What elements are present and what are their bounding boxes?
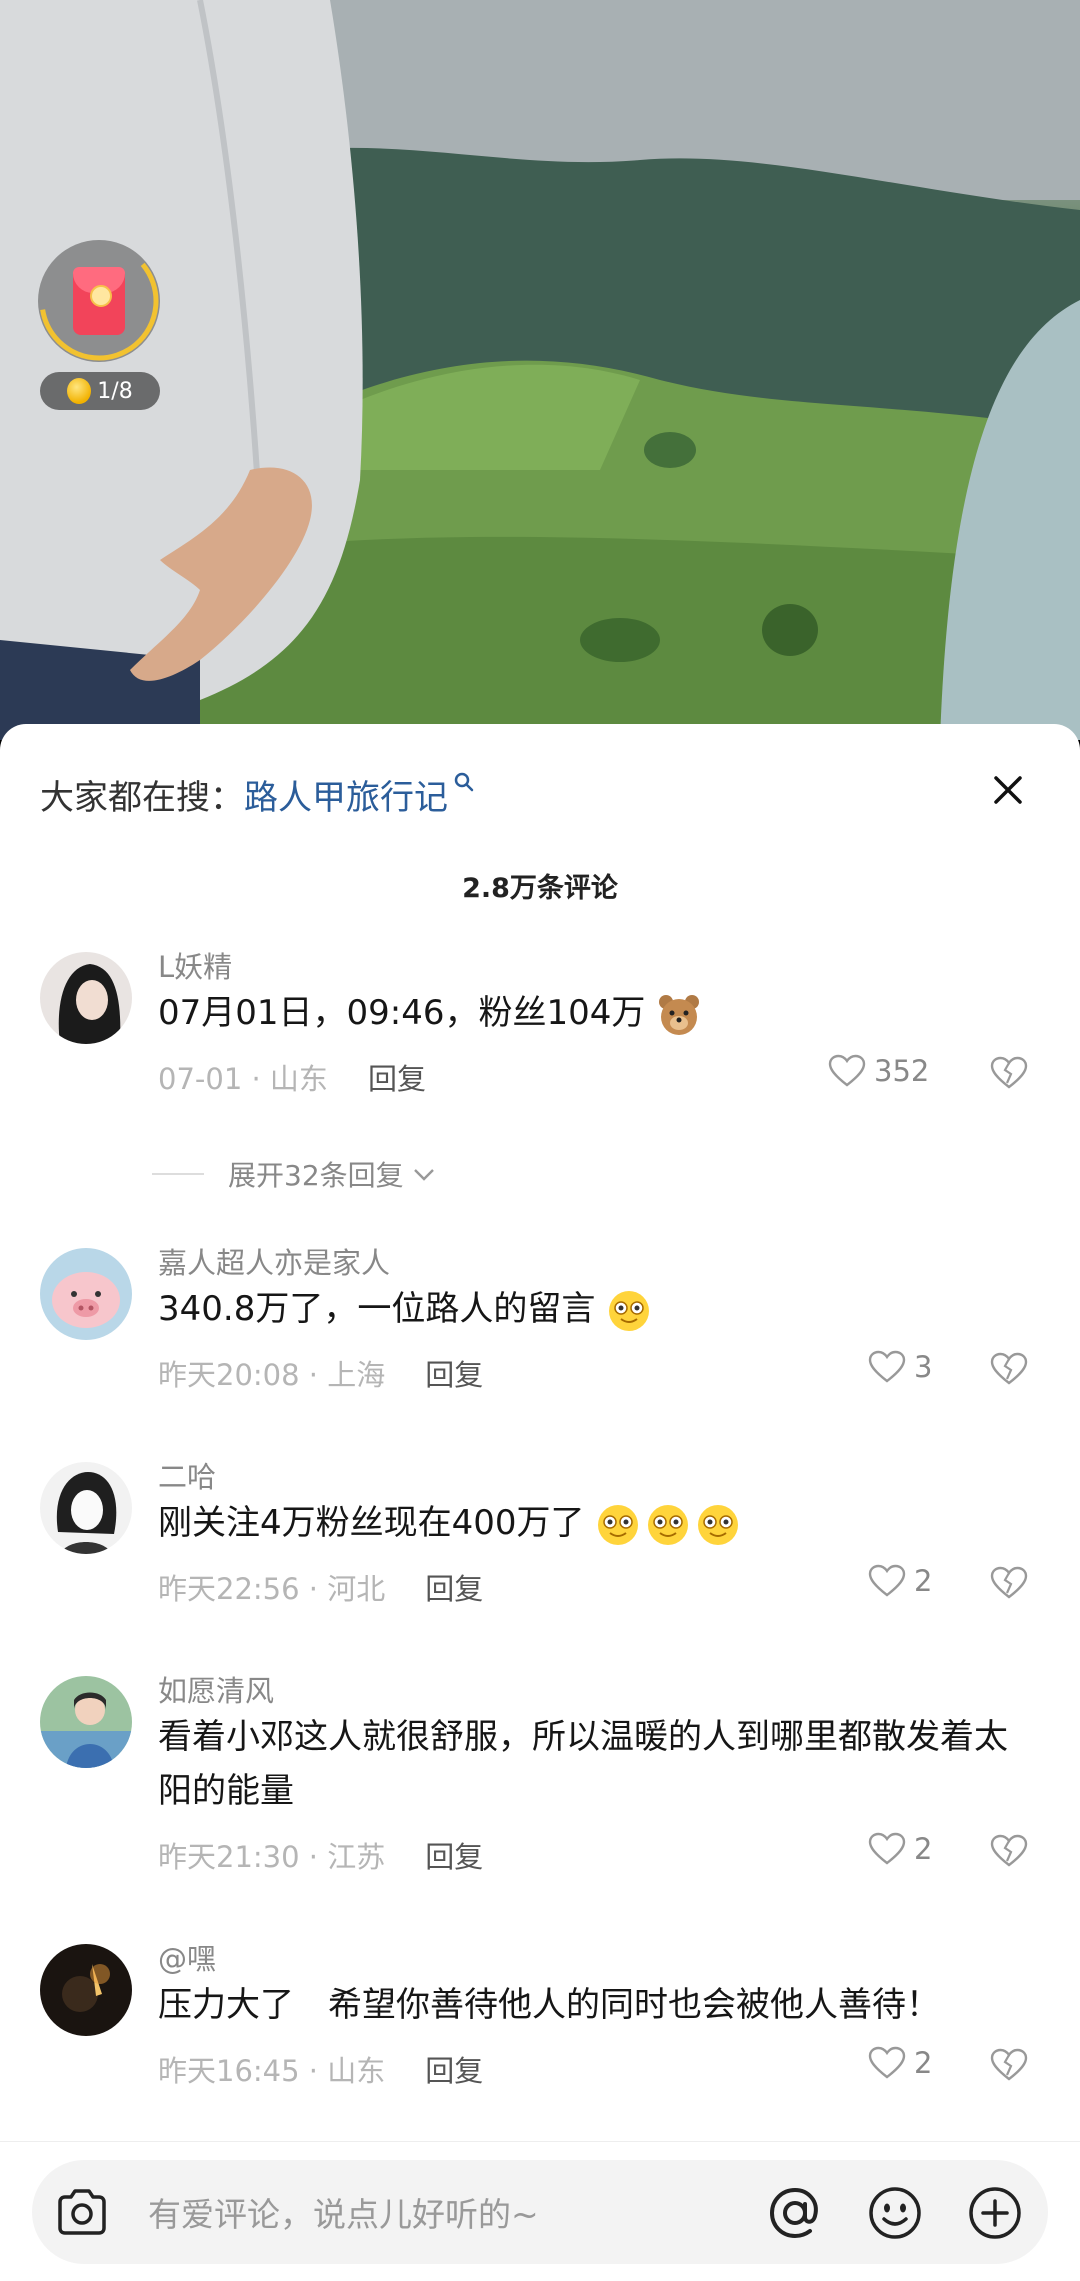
comment-text: 看着小邓这人就很舒服，所以温暖的人到哪里都散发着太阳的能量 bbox=[158, 1717, 1008, 1811]
comment-username[interactable]: L妖精 bbox=[158, 944, 232, 986]
like-button[interactable]: 2 bbox=[868, 2046, 932, 2080]
avatar[interactable] bbox=[40, 1944, 132, 2036]
comment-time-location: 昨天20:08 · 上海 bbox=[158, 1358, 386, 1392]
heart-icon bbox=[868, 2046, 906, 2079]
search-icon bbox=[454, 772, 474, 792]
at-mention-icon[interactable] bbox=[766, 2184, 824, 2242]
like-count: 3 bbox=[914, 1350, 933, 1384]
gold-coin-icon bbox=[67, 378, 92, 404]
heart-icon bbox=[828, 1054, 866, 1087]
like-button[interactable]: 3 bbox=[868, 1350, 932, 1384]
comment-time-location: 昨天21:30 · 江苏 bbox=[158, 1840, 386, 1874]
comment-count: 2.8万条评论 bbox=[462, 873, 618, 904]
heart-icon bbox=[868, 1564, 906, 1597]
comment-text: 刚关注4万粉丝现在400万了 bbox=[158, 1496, 1038, 1550]
comment-meta: 昨天16:45 · 山东 回复 bbox=[158, 2048, 483, 2090]
reply-button[interactable]: 回复 bbox=[425, 1572, 483, 1606]
comment-input-bar[interactable]: 有爱评论，说点儿好听的~ bbox=[32, 2160, 1048, 2264]
smile-emoji-icon bbox=[598, 1504, 739, 1545]
like-count: 2 bbox=[914, 2046, 933, 2080]
like-count: 2 bbox=[914, 1564, 933, 1598]
scenery-image bbox=[0, 0, 1080, 740]
red-packet-button[interactable] bbox=[38, 240, 160, 362]
reply-button[interactable]: 回复 bbox=[425, 2054, 483, 2088]
heart-icon bbox=[868, 1832, 906, 1865]
add-icon[interactable] bbox=[966, 2184, 1024, 2242]
chevron-down-icon bbox=[413, 1169, 434, 1181]
broken-heart-icon[interactable] bbox=[990, 1566, 1028, 1600]
trending-search-prefix: 大家都在搜： bbox=[40, 777, 244, 818]
emoji-icon[interactable] bbox=[866, 2184, 924, 2242]
comment-username[interactable]: @嘿 bbox=[158, 1936, 216, 1978]
like-button[interactable]: 352 bbox=[828, 1054, 929, 1088]
bear-emoji-icon bbox=[659, 994, 700, 1035]
comment-meta: 昨天22:56 · 河北 回复 bbox=[158, 1566, 483, 1608]
avatar[interactable] bbox=[40, 1676, 132, 1768]
comment-username[interactable]: 嘉人超人亦是家人 bbox=[158, 1240, 390, 1282]
broken-heart-icon[interactable] bbox=[990, 1056, 1028, 1090]
reply-button[interactable]: 回复 bbox=[425, 1358, 483, 1392]
coin-progress-badge: 1/8 bbox=[40, 372, 160, 410]
divider bbox=[0, 2141, 1080, 2142]
comment-time-location: 昨天22:56 · 河北 bbox=[158, 1572, 386, 1606]
smile-emoji-icon bbox=[609, 1290, 650, 1331]
comment-input[interactable]: 有爱评论，说点儿好听的~ bbox=[148, 2188, 539, 2236]
video-background[interactable]: 1/8 bbox=[0, 0, 1080, 740]
avatar[interactable] bbox=[40, 1462, 132, 1554]
comment-text-body: 刚关注4万粉丝现在400万了 bbox=[158, 1503, 585, 1543]
avatar[interactable] bbox=[40, 1248, 132, 1340]
comment-text-body: 07月01日，09:46，粉丝104万 bbox=[158, 993, 646, 1033]
comment-text: 340.8万了，一位路人的留言 bbox=[158, 1282, 1038, 1336]
like-button[interactable]: 2 bbox=[868, 1564, 932, 1598]
comment-text-body: 340.8万了，一位路人的留言 bbox=[158, 1289, 596, 1329]
expand-replies-label: 展开32条回复 bbox=[228, 1159, 404, 1192]
comment-sheet: 大家都在搜： 路人甲旅行记 2.8万条评论 L妖精 07月01日，09:46，粉… bbox=[0, 724, 1080, 2281]
comment-text: 压力大了 希望你善待他人的同时也会被他人善待！ bbox=[158, 1985, 940, 2025]
trending-search[interactable]: 大家都在搜： 路人甲旅行记 bbox=[40, 764, 476, 824]
camera-icon[interactable] bbox=[52, 2182, 112, 2242]
comment-username[interactable]: 二哈 bbox=[158, 1454, 216, 1496]
reply-button[interactable]: 回复 bbox=[425, 1840, 483, 1874]
heart-icon bbox=[868, 1350, 906, 1383]
reply-button[interactable]: 回复 bbox=[368, 1062, 426, 1096]
close-icon[interactable] bbox=[986, 768, 1030, 812]
comment-time-location: 昨天16:45 · 山东 bbox=[158, 2054, 386, 2088]
comment-meta: 07-01 · 山东 回复 bbox=[158, 1056, 426, 1098]
like-count: 352 bbox=[874, 1054, 930, 1088]
comment-meta: 昨天21:30 · 江苏 回复 bbox=[158, 1834, 483, 1876]
expand-replies[interactable]: 展开32条回复 bbox=[152, 1154, 438, 1194]
broken-heart-icon[interactable] bbox=[990, 1834, 1028, 1868]
red-envelope-icon bbox=[73, 267, 125, 335]
avatar[interactable] bbox=[40, 952, 132, 1044]
trending-search-term[interactable]: 路人甲旅行记 bbox=[244, 770, 448, 819]
broken-heart-icon[interactable] bbox=[990, 1352, 1028, 1386]
broken-heart-icon[interactable] bbox=[990, 2048, 1028, 2082]
like-count: 2 bbox=[914, 1832, 933, 1866]
comment-meta: 昨天20:08 · 上海 回复 bbox=[158, 1352, 483, 1394]
comment-username[interactable]: 如愿清风 bbox=[158, 1668, 274, 1710]
like-button[interactable]: 2 bbox=[868, 1832, 932, 1866]
divider bbox=[152, 1173, 204, 1175]
comment-time-location: 07-01 · 山东 bbox=[158, 1062, 328, 1096]
coin-progress-text: 1/8 bbox=[97, 378, 133, 404]
comment-text: 07月01日，09:46，粉丝104万 bbox=[158, 986, 1038, 1040]
